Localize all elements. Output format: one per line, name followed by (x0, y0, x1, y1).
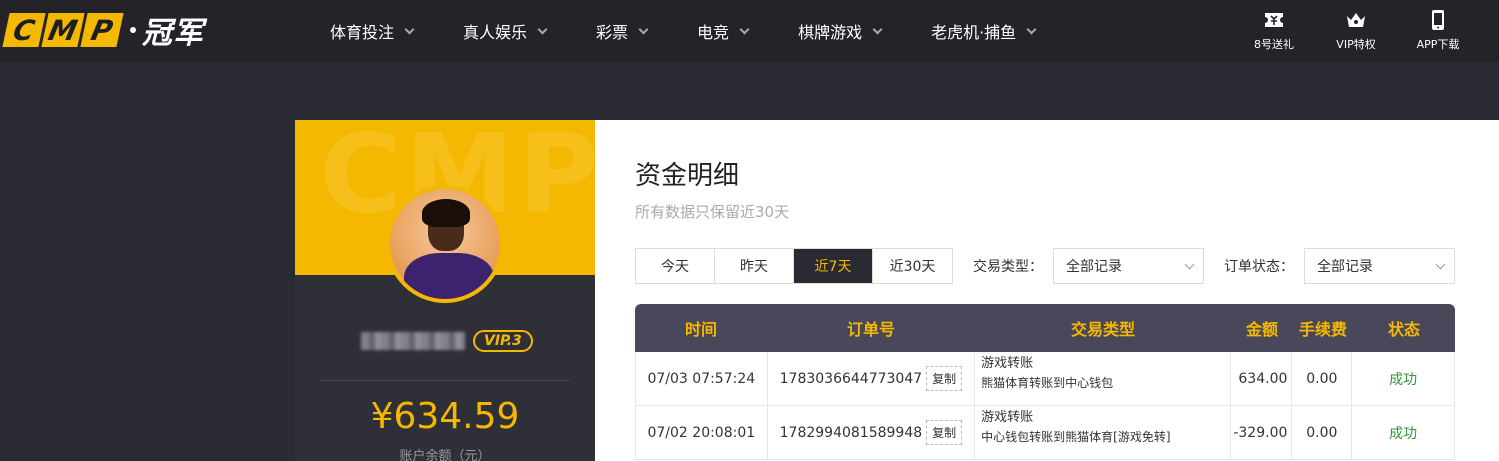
nav-item-label: 电竞 (697, 23, 730, 42)
cell-type: 游戏转账 熊猫体育转账到中心钱包 (975, 352, 1231, 405)
site-logo[interactable]: C M P 冠军 (2, 13, 204, 51)
transaction-type: 游戏转账 (981, 410, 1034, 425)
table-row: 07/03 07:57:24 1783036644773047 复制 游戏转账 … (635, 352, 1455, 406)
chevron-down-icon (1184, 259, 1195, 270)
order-status-select[interactable]: 全部记录 (1304, 248, 1455, 284)
filter-bar: 今天 昨天 近7天 近30天 交易类型： 全部记录 订单状态： 全部记录 (635, 248, 1455, 284)
tab-last-7-days[interactable]: 近7天 (794, 249, 873, 283)
order-status-label: 订单状态： (1224, 259, 1294, 275)
logo-dot (130, 27, 136, 33)
logo-letter: C (2, 13, 46, 47)
logo-chinese-text: 冠军 (142, 16, 204, 51)
cell-amount: 634.00 (1231, 352, 1293, 405)
transaction-type: 游戏转账 (981, 356, 1034, 371)
tab-yesterday[interactable]: 昨天 (715, 249, 794, 283)
nav-item-live-casino[interactable]: 真人娱乐 (463, 19, 548, 43)
top-navigation-bar: C M P 冠军 体育投注 真人娱乐 彩票 电竞 棋牌游戏 老虎机·捕鱼 8号送… (0, 0, 1499, 62)
account-balance: ¥634.59 (370, 396, 520, 437)
divider (320, 380, 570, 381)
cell-fee: 0.00 (1292, 352, 1353, 405)
cell-status: 成功 (1389, 371, 1418, 388)
action-label: APP下载 (1416, 38, 1460, 51)
nav-item-label: 真人娱乐 (463, 23, 528, 42)
action-label: VIP特权 (1336, 38, 1376, 51)
order-number: 1783036644773047 (779, 370, 923, 387)
nav-item-card-games[interactable]: 棋牌游戏 (798, 19, 883, 43)
column-header-time: 时间 (684, 320, 717, 339)
logo-letter: M (41, 13, 85, 47)
transaction-type-label: 交易类型： (973, 259, 1043, 275)
column-header-amount: 金额 (1245, 320, 1278, 339)
action-label: 8号送礼 (1254, 38, 1294, 51)
copy-button[interactable]: 复制 (926, 366, 963, 391)
avatar-body (404, 253, 494, 299)
nav-item-label: 棋牌游戏 (798, 23, 863, 42)
account-balance-label: 账户余额（元） (399, 449, 491, 461)
username-blurred (361, 332, 465, 350)
nav-item-label: 体育投注 (330, 23, 395, 42)
nav-item-slots-fishing[interactable]: 老虎机·捕鱼 (931, 19, 1037, 43)
vip-privileges-button[interactable]: VIP特权 (1315, 8, 1397, 52)
logo-letters: C M P (2, 13, 124, 47)
main-nav: 体育投注 真人娱乐 彩票 电竞 棋牌游戏 老虎机·捕鱼 (330, 0, 1085, 62)
nav-item-sports[interactable]: 体育投注 (330, 19, 415, 43)
cell-time: 07/02 20:08:01 (636, 406, 768, 459)
column-header-status: 状态 (1387, 320, 1420, 339)
cell-order: 1783036644773047 复制 (768, 352, 976, 405)
table-body: 07/03 07:57:24 1783036644773047 复制 游戏转账 … (635, 352, 1455, 460)
fund-details-panel: 资金明细 所有数据只保留近30天 今天 昨天 近7天 近30天 交易类型： 全部… (595, 120, 1499, 461)
header-actions: 8号送礼 VIP特权 APP下载 (1233, 8, 1479, 52)
column-header-type: 交易类型 (1070, 320, 1135, 339)
chevron-down-icon (1435, 259, 1446, 270)
chevron-down-icon (537, 24, 548, 34)
nav-item-lottery[interactable]: 彩票 (596, 19, 649, 43)
order-number: 1782994081589948 (779, 424, 923, 441)
copy-button[interactable]: 复制 (926, 420, 963, 445)
date-range-tabs: 今天 昨天 近7天 近30天 (635, 248, 953, 284)
transaction-detail: 熊猫体育转账到中心钱包 (981, 376, 1114, 390)
page-subtitle: 所有数据只保留近30天 (635, 203, 790, 221)
tab-today[interactable]: 今天 (636, 249, 715, 283)
cell-fee: 0.00 (1292, 406, 1353, 459)
crown-icon (1347, 13, 1365, 27)
cell-order: 1782994081589948 复制 (768, 406, 976, 459)
cell-time: 07/03 07:57:24 (636, 352, 768, 405)
chevron-down-icon (872, 24, 883, 34)
gift-button[interactable]: 8号送礼 (1233, 8, 1315, 52)
avatar[interactable] (386, 185, 504, 303)
chevron-down-icon (638, 24, 649, 34)
chevron-down-icon (1026, 24, 1037, 34)
logo-letter: P (80, 13, 124, 47)
avatar-hair (422, 199, 470, 227)
gift-ticket-icon (1265, 13, 1283, 27)
transaction-detail: 中心钱包转账到熊猫体育[游戏免转] (981, 430, 1171, 444)
transaction-type-select[interactable]: 全部记录 (1053, 248, 1204, 284)
vip-badge: VIP.3 (473, 330, 533, 352)
page-title: 资金明细 (635, 161, 740, 191)
profile-panel: CMP VIP.3 ¥634.59 账户余额（元） (295, 120, 595, 461)
column-header-fee: 手续费 (1298, 320, 1347, 339)
column-header-order: 订单号 (846, 320, 895, 339)
nav-item-esports[interactable]: 电竞 (697, 19, 750, 43)
chevron-down-icon (739, 24, 750, 34)
cell-amount: -329.00 (1231, 406, 1293, 459)
phone-icon (1432, 10, 1444, 30)
tab-last-30-days[interactable]: 近30天 (873, 249, 952, 283)
nav-item-label: 老虎机·捕鱼 (931, 23, 1017, 42)
select-value: 全部记录 (1317, 259, 1373, 275)
table-header: 时间 订单号 交易类型 金额 手续费 状态 (635, 304, 1455, 352)
nav-item-label: 彩票 (596, 23, 629, 42)
cell-type: 游戏转账 中心钱包转账到熊猫体育[游戏免转] (975, 406, 1231, 459)
cell-status: 成功 (1389, 425, 1418, 442)
chevron-down-icon (404, 24, 415, 34)
table-row: 07/02 20:08:01 1782994081589948 复制 游戏转账 … (635, 406, 1455, 460)
select-value: 全部记录 (1066, 259, 1122, 275)
transactions-table: 时间 订单号 交易类型 金额 手续费 状态 07/03 07:57:24 178… (635, 304, 1455, 460)
app-download-button[interactable]: APP下载 (1397, 8, 1479, 52)
